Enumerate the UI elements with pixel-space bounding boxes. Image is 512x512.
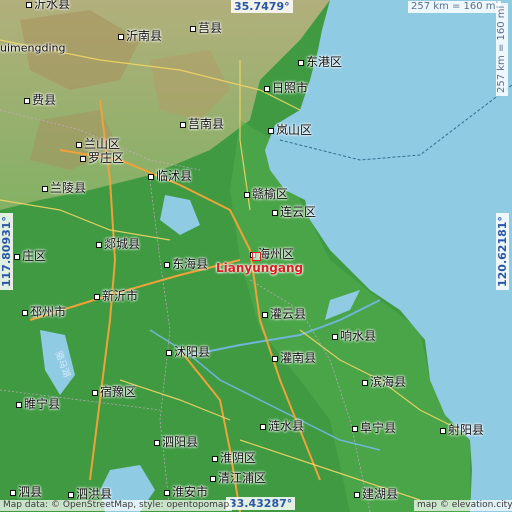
coord-top-label: 35.7479°	[231, 0, 293, 13]
place-label: 滨海县	[362, 376, 406, 388]
place-label: 淮安市	[164, 486, 208, 498]
place-label: 灌云县	[262, 308, 306, 320]
place-label: 宿豫区	[92, 386, 136, 398]
attribution-left: Map data: © OpenStreetMap, style: opento…	[0, 500, 233, 511]
place-label: 淮阴区	[212, 452, 256, 464]
attribution-right: map © elevation.city	[414, 500, 512, 511]
square-dot-icon	[164, 261, 170, 268]
place-label: 泗县	[10, 486, 42, 498]
coord-left-label: 117.80931°	[0, 213, 13, 290]
square-dot-icon	[260, 423, 266, 430]
square-dot-icon	[68, 491, 74, 498]
place-label: 岚山区	[268, 124, 312, 136]
square-dot-icon	[96, 241, 102, 248]
place-label: 庄区	[14, 250, 46, 262]
focus-city-label[interactable]: Lianyungang	[216, 262, 303, 274]
place-label: 郯城县	[96, 238, 140, 250]
place-label: 响水县	[332, 330, 376, 342]
square-dot-icon	[26, 1, 32, 8]
square-dot-icon	[118, 33, 124, 40]
square-dot-icon	[332, 333, 338, 340]
square-dot-icon	[76, 141, 82, 148]
place-label: 兰陵县	[42, 182, 86, 194]
square-dot-icon	[24, 97, 30, 104]
place-label: 东海县	[164, 258, 208, 270]
square-dot-icon	[42, 185, 48, 192]
square-dot-icon	[190, 25, 196, 32]
square-dot-icon	[352, 425, 358, 432]
place-label: 罗庄区	[80, 152, 124, 164]
square-dot-icon	[244, 191, 250, 198]
square-dot-icon	[166, 349, 172, 356]
place-label: 涟水县	[260, 420, 304, 432]
place-label: 兰山区	[76, 138, 120, 150]
square-dot-icon	[80, 155, 86, 162]
place-label: 沭阳县	[166, 346, 210, 358]
place-label: 赣榆区	[244, 188, 288, 200]
place-label: uimengding	[0, 41, 66, 55]
place-label: 射阳县	[440, 424, 484, 436]
square-dot-icon	[298, 59, 304, 66]
square-dot-icon	[94, 293, 100, 300]
square-dot-icon	[272, 355, 278, 362]
scale-right-label: 257 km = 160 mi	[496, 2, 508, 96]
coord-bottom-label: 33.43287°	[226, 497, 296, 510]
place-label: 新沂市	[94, 290, 138, 302]
place-label: 清江浦区	[210, 472, 266, 484]
place-label: 建湖县	[354, 488, 398, 500]
square-dot-icon	[14, 253, 20, 260]
place-label: 沂南县	[118, 30, 162, 42]
square-dot-icon	[154, 439, 160, 446]
place-label: 临沭县	[148, 170, 192, 182]
square-dot-icon	[10, 489, 16, 496]
place-label: 泗洪县	[68, 488, 112, 500]
square-dot-icon	[92, 389, 98, 396]
place-label: 日照市	[264, 82, 308, 94]
place-label: 灌南县	[272, 352, 316, 364]
square-dot-icon	[164, 489, 170, 496]
scale-top-label: 257 km = 160 mi	[408, 1, 502, 13]
square-dot-icon	[440, 427, 446, 434]
place-label: 沂水县	[26, 0, 70, 10]
square-dot-icon	[148, 173, 154, 180]
square-dot-icon	[264, 85, 270, 92]
square-dot-icon	[362, 379, 368, 386]
square-dot-icon	[210, 475, 216, 482]
place-label: 睢宁县	[16, 398, 60, 410]
square-dot-icon	[268, 127, 274, 134]
place-label: 莒县	[190, 22, 222, 34]
square-dot-icon	[272, 209, 278, 216]
square-dot-icon	[212, 455, 218, 462]
square-dot-icon	[354, 491, 360, 498]
place-label: 阜宁县	[352, 422, 396, 434]
red-square-marker-icon[interactable]	[252, 252, 261, 261]
place-label: 东港区	[298, 56, 342, 68]
place-label: 莒南县	[180, 118, 224, 130]
place-label: 连云区	[272, 206, 316, 218]
coord-right-label: 120.62181°	[496, 213, 509, 290]
place-label: 邳州市	[22, 306, 66, 318]
place-label: 泗阳县	[154, 436, 198, 448]
square-dot-icon	[262, 311, 268, 318]
square-dot-icon	[16, 401, 22, 408]
square-dot-icon	[180, 121, 186, 128]
square-dot-icon	[22, 309, 28, 316]
place-label: 费县	[24, 94, 56, 106]
